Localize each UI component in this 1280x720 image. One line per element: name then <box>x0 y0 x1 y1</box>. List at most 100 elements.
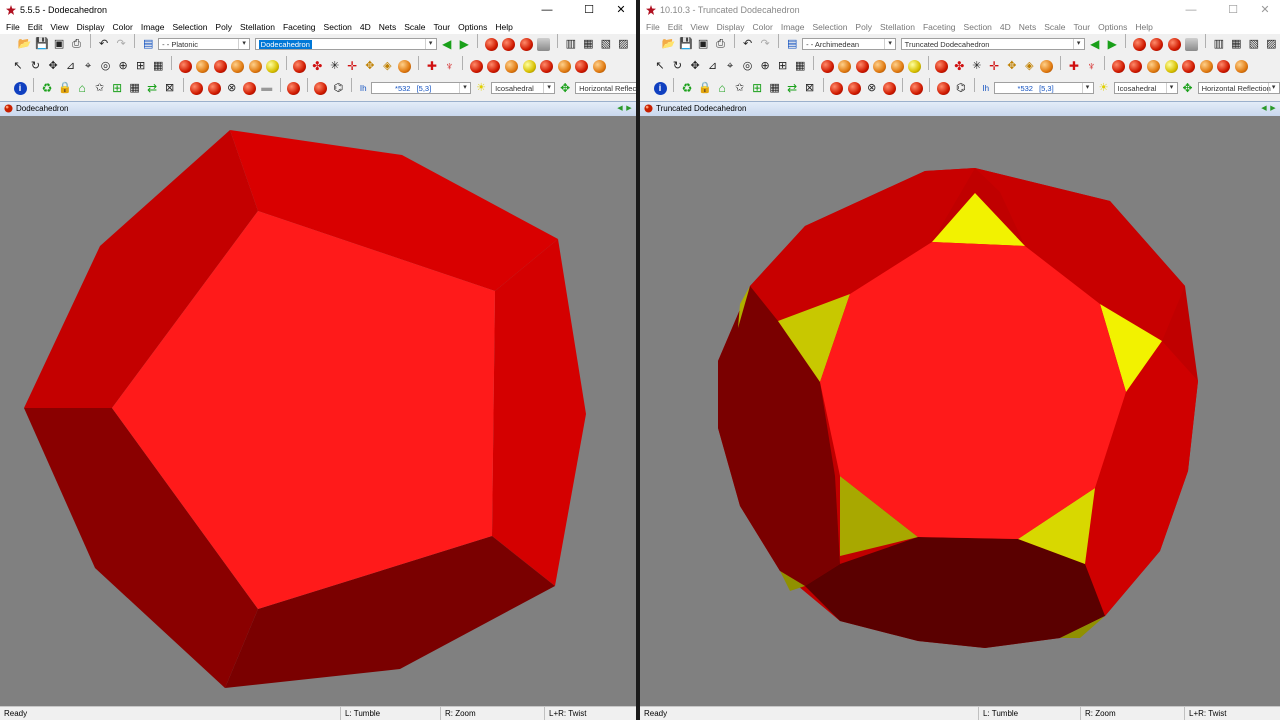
truncate-icon[interactable] <box>1167 38 1181 51</box>
rotate-icon[interactable]: ↻ <box>29 60 42 73</box>
tiles-icon[interactable]: ▦ <box>768 82 781 95</box>
next-polyhedron-icon[interactable]: ▶ <box>1106 38 1119 51</box>
redo-icon[interactable]: ↷ <box>115 38 128 51</box>
library-icon[interactable]: ▤ <box>142 38 155 51</box>
dark-red-ball-icon[interactable] <box>1217 60 1231 73</box>
scale-icon[interactable]: ✥ <box>363 60 376 73</box>
move-cross-icon[interactable]: ✥ <box>1181 82 1194 95</box>
explode-icon[interactable]: ✳ <box>970 60 983 73</box>
pin-icon[interactable]: ♆ <box>443 60 456 73</box>
arrows-icon[interactable]: ⇄ <box>146 82 159 95</box>
star-outline-icon[interactable]: ✩ <box>93 82 106 95</box>
sphere-icon[interactable] <box>908 60 922 73</box>
lock-icon[interactable]: 🔒 <box>698 82 712 95</box>
stellate-icon[interactable] <box>838 60 852 73</box>
tile-icon[interactable]: ▦ <box>582 38 595 51</box>
menu-edit[interactable]: Edit <box>24 20 47 34</box>
grid-icon[interactable]: ▦ <box>152 60 165 73</box>
dual-icon[interactable] <box>1132 38 1146 51</box>
cross-icon[interactable]: ⊗ <box>865 82 878 95</box>
close-icon[interactable]: ✕ <box>1250 0 1280 20</box>
red-cube2-icon[interactable] <box>287 82 301 95</box>
recycle-icon[interactable]: ♻ <box>681 82 694 95</box>
pin-icon[interactable]: ♆ <box>1085 60 1098 73</box>
category-select[interactable]: - - Archimedean ▾ <box>802 38 897 50</box>
undo-icon[interactable]: ↶ <box>97 38 110 51</box>
face-icon[interactable] <box>293 60 307 73</box>
sphere-icon[interactable] <box>266 60 280 73</box>
recycle-icon[interactable]: ♻ <box>41 82 54 95</box>
menu-display[interactable]: Display <box>713 20 749 34</box>
sun-icon[interactable]: ☀ <box>475 82 488 95</box>
menu-help[interactable]: Help <box>1131 20 1156 34</box>
mesh-icon[interactable]: ⊞ <box>776 60 789 73</box>
red-cube3-icon[interactable] <box>314 82 328 95</box>
dark-red-ball-icon[interactable] <box>575 60 589 73</box>
red-gem2-icon[interactable] <box>207 82 221 95</box>
truncate-icon[interactable] <box>519 38 533 51</box>
red-gem3-icon[interactable] <box>882 82 896 95</box>
pointer-icon[interactable]: ↖ <box>12 60 25 73</box>
next-icon[interactable]: ▶ <box>1269 104 1277 113</box>
arrows-icon[interactable]: ⇄ <box>786 82 799 95</box>
orange-cluster-icon[interactable] <box>504 60 518 73</box>
star-icon[interactable] <box>890 60 904 73</box>
maximize-icon[interactable]: ☐ <box>1218 0 1248 20</box>
title-bar[interactable]: 5.5.5 - Dodecahedron — ☐ ✕ <box>0 0 636 20</box>
link-icon[interactable]: ⊠ <box>163 82 176 95</box>
next-polyhedron-icon[interactable]: ▶ <box>458 38 471 51</box>
center-icon[interactable]: ◈ <box>381 60 394 73</box>
dual-icon[interactable] <box>484 38 498 51</box>
undo-icon[interactable]: ↶ <box>741 38 754 51</box>
menu-file[interactable]: File <box>0 20 24 34</box>
menu-stellation[interactable]: Stellation <box>236 20 279 34</box>
previous-polyhedron-icon[interactable]: ◀ <box>1088 38 1101 51</box>
solid-icon[interactable] <box>820 60 834 73</box>
red-ball-icon[interactable] <box>540 60 554 73</box>
menu-color[interactable]: Color <box>109 20 137 34</box>
window-icon[interactable]: ▨ <box>1265 38 1278 51</box>
mesh-icon[interactable]: ⊞ <box>134 60 147 73</box>
previous-polyhedron-icon[interactable]: ◀ <box>440 38 453 51</box>
augment-icon[interactable] <box>1185 38 1199 51</box>
grid-icon[interactable]: ▦ <box>794 60 807 73</box>
menu-nets[interactable]: Nets <box>375 20 400 34</box>
close-icon[interactable]: ✕ <box>606 0 636 20</box>
3d-viewport[interactable] <box>640 116 1280 706</box>
red-cube-icon[interactable] <box>1111 60 1125 73</box>
yellow-cluster-icon[interactable] <box>522 60 536 73</box>
facet-icon[interactable] <box>213 60 227 73</box>
red-gem3-icon[interactable] <box>242 82 256 95</box>
print-icon[interactable]: ⎙ <box>714 38 727 51</box>
polyhedron-select[interactable]: Dodecahedron ▾ <box>254 38 437 50</box>
save-as-icon[interactable]: ▣ <box>53 38 66 51</box>
menu-tour[interactable]: Tour <box>430 20 455 34</box>
info-icon[interactable]: i <box>653 82 667 95</box>
red-cube3-icon[interactable] <box>936 82 950 95</box>
solid-icon[interactable] <box>178 60 192 73</box>
compound-icon[interactable] <box>873 60 887 73</box>
symmetry-notation-select[interactable]: *532 [5,3] ▾ <box>371 82 472 94</box>
library-icon[interactable]: ▤ <box>786 38 799 51</box>
face-icon[interactable] <box>935 60 949 73</box>
info-icon[interactable]: i <box>13 82 27 95</box>
cascade-icon[interactable]: ▧ <box>599 38 612 51</box>
red-ball-icon[interactable] <box>1182 60 1196 73</box>
tile-icon[interactable]: ▦ <box>1230 38 1243 51</box>
previous-icon[interactable]: ◀ <box>1260 104 1268 113</box>
next-icon[interactable]: ▶ <box>625 104 633 113</box>
yellow-cluster-icon[interactable] <box>1164 60 1178 73</box>
menu-help[interactable]: Help <box>491 20 516 34</box>
previous-icon[interactable]: ◀ <box>616 104 624 113</box>
augment-icon[interactable] <box>537 38 551 51</box>
move-icon[interactable]: ✛ <box>988 60 1001 73</box>
minimize-icon[interactable]: — <box>1176 0 1206 20</box>
red-gem-icon[interactable] <box>830 82 844 95</box>
menu-options[interactable]: Options <box>1094 20 1131 34</box>
explode-icon[interactable]: ✳ <box>328 60 341 73</box>
house-icon[interactable]: ⌂ <box>716 82 729 95</box>
menu-4d[interactable]: 4D <box>996 20 1015 34</box>
category-select[interactable]: - - Platonic ▾ <box>158 38 251 50</box>
menu-faceting[interactable]: Faceting <box>279 20 320 34</box>
print-icon[interactable]: ⎙ <box>70 38 83 51</box>
